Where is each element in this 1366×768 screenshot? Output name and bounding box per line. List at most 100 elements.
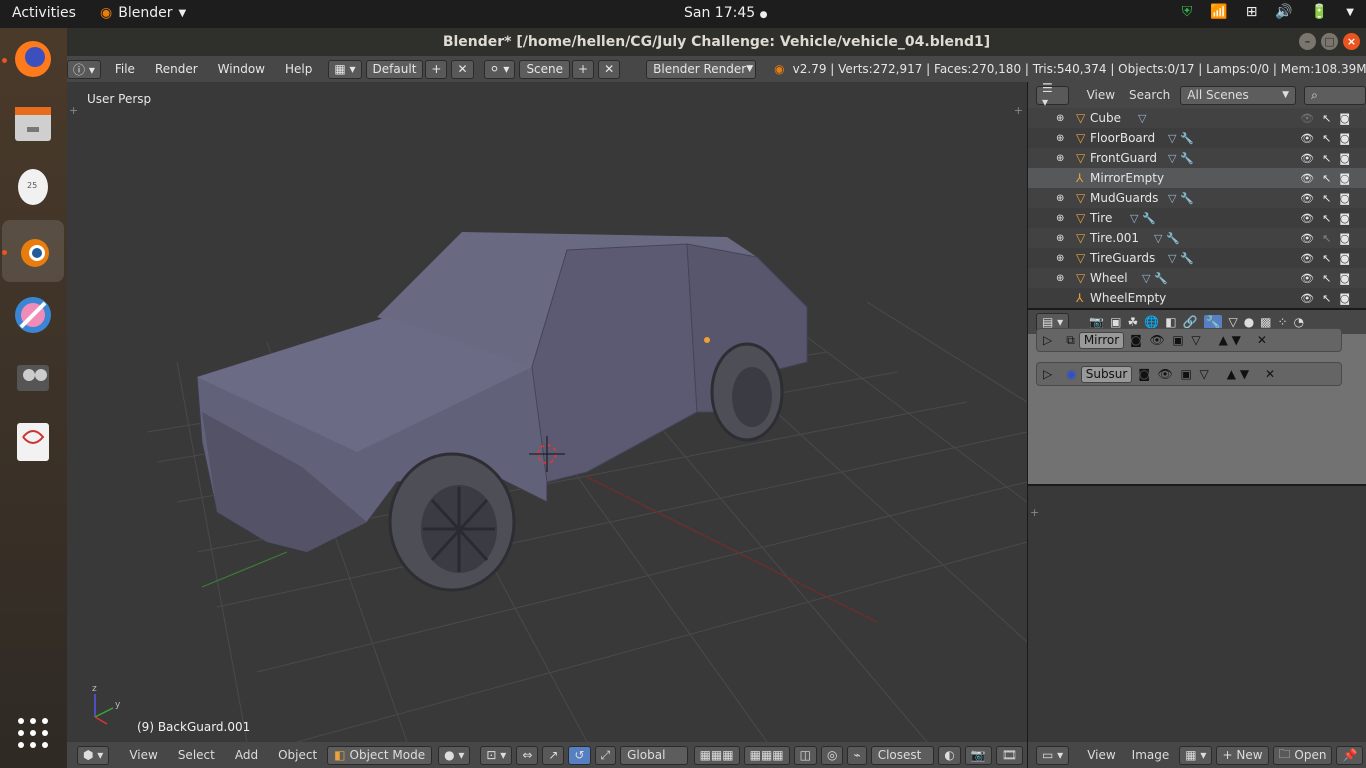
add-layout-button[interactable]: + (425, 59, 448, 79)
maximize-button[interactable]: □ (1321, 33, 1338, 50)
menu-file[interactable]: File (115, 62, 135, 76)
render-icon[interactable]: 📷 (964, 745, 992, 765)
particles-tab-icon[interactable]: ⁘ (1278, 315, 1288, 329)
layers-grid-1[interactable]: ▦▦▦ (693, 745, 740, 765)
activities-button[interactable]: Activities (12, 5, 76, 21)
close-button[interactable]: × (1343, 33, 1360, 50)
selectable-arrow-icon[interactable]: ↖ (1322, 112, 1331, 125)
menu-help[interactable]: Help (285, 62, 312, 76)
render-animation-icon[interactable]: 🎞 (995, 745, 1023, 765)
3d-viewport[interactable]: z y User Persp (9) BackGuard.001 + + (67, 82, 1027, 742)
outliner-item-floorboard[interactable]: ⊕ ▽ FloorBoard ▽ 🔧 👁 ↖ ◙ (1028, 128, 1366, 148)
visibility-eye-icon[interactable]: 👁 (1300, 272, 1314, 285)
outliner-item-cube[interactable]: ⊕ ▽ Cube ▽ 👁 ↖ ◙ (1028, 108, 1366, 128)
editor-type-button[interactable]: ⬢ ▾ (77, 745, 110, 765)
render-camera-icon[interactable]: ◙ (1339, 192, 1350, 205)
orientation-select[interactable]: Global (620, 745, 688, 765)
visibility-eye-icon[interactable]: 👁 (1300, 252, 1314, 265)
system-tray[interactable]: ⛨ 📶 ⊞ 🔊 🔋 ▼ (1182, 4, 1354, 20)
krita-icon[interactable] (8, 290, 58, 340)
selectable-arrow-icon[interactable]: ↖ (1322, 192, 1331, 205)
render-camera-icon[interactable]: ◙ (1339, 152, 1350, 165)
render-layers-tab-icon[interactable]: ▣ (1110, 315, 1121, 329)
scale-manipulator[interactable]: ⤢ (594, 745, 617, 765)
move-up-icon[interactable]: ▲ (1227, 367, 1236, 381)
modifier-name-field[interactable]: Subsur (1080, 365, 1133, 383)
render-camera-icon[interactable]: ◙ (1339, 232, 1350, 245)
visibility-eye-icon[interactable]: 👁 (1149, 333, 1164, 347)
layout-field[interactable]: Default (365, 59, 424, 79)
outliner-item-frontguard[interactable]: ⊕ ▽ FrontGuard ▽ 🔧 👁 ↖ ◙ (1028, 148, 1366, 168)
expand-icon[interactable]: ⊕ (1056, 133, 1064, 144)
data-tab-icon[interactable]: ▽ (1228, 315, 1237, 329)
network-icon[interactable]: ⊞ (1246, 4, 1258, 20)
menu-select[interactable]: Select (178, 748, 215, 762)
pivot-select[interactable]: ⊡ ▾ (480, 745, 513, 765)
menu-window[interactable]: Window (218, 62, 265, 76)
expand-icon[interactable]: ⊕ (1056, 253, 1064, 264)
battery-icon[interactable]: 🔋 (1311, 4, 1328, 20)
modifiers-tab-icon[interactable]: 🔧 (1203, 315, 1223, 329)
selectable-arrow-icon[interactable]: ↖ (1322, 252, 1331, 265)
selectable-arrow-icon[interactable]: ↖ (1322, 172, 1331, 185)
shading-select[interactable]: ● ▾ (438, 745, 471, 765)
selectable-arrow-icon[interactable]: ↖ (1322, 212, 1331, 225)
physics-tab-icon[interactable]: ◔ (1294, 315, 1304, 329)
render-camera-icon[interactable]: ◙ (1339, 212, 1350, 225)
expand-icon[interactable]: ▷ (1043, 367, 1052, 381)
mode-select[interactable]: ◧ Object Mode (327, 745, 433, 765)
image-editor[interactable]: + (1028, 486, 1366, 742)
remove-modifier-icon[interactable]: ✕ (1257, 333, 1267, 347)
visibility-eye-icon[interactable]: 👁 (1300, 212, 1314, 225)
area-divider[interactable] (1028, 308, 1366, 310)
delete-scene-button[interactable]: ✕ (598, 59, 621, 79)
outliner[interactable]: ⊕ ▽ Cube ▽ 👁 ↖ ◙ ⊕ ▽ FloorBoard ▽ 🔧 👁 ↖ ◙ ⊕ ▽ FrontGua… (1028, 108, 1366, 308)
area-divider[interactable] (1027, 82, 1028, 768)
edit-mode-icon[interactable]: ▣ (1172, 333, 1183, 347)
editor-type-button[interactable]: ☰ ▾ (1036, 81, 1069, 109)
outliner-item-tire-001[interactable]: ⊕ ▽ Tire.001 ▽ 🔧 👁 ↖ ◙ (1028, 228, 1366, 248)
volume-icon[interactable]: 🔊 (1275, 4, 1292, 20)
edit-mode-icon[interactable]: ▣ (1181, 367, 1192, 381)
clock[interactable]: San 17:45 ● (684, 5, 767, 21)
render-camera-icon[interactable]: ◙ (1339, 132, 1350, 145)
render-tab-icon[interactable]: 📷 (1089, 315, 1104, 329)
expand-icon[interactable]: ⊕ (1056, 193, 1064, 204)
outliner-item-mudguards[interactable]: ⊕ ▽ MudGuards ▽ 🔧 👁 ↖ ◙ (1028, 188, 1366, 208)
remove-modifier-icon[interactable]: ✕ (1265, 367, 1275, 381)
delete-layout-button[interactable]: ✕ (451, 59, 474, 79)
world-tab-icon[interactable]: 🌐 (1144, 315, 1159, 329)
lock-camera-icon[interactable]: ◫ (793, 745, 817, 765)
expand-icon[interactable]: ▷ (1043, 333, 1052, 347)
show-applications-icon[interactable] (8, 708, 58, 758)
outliner-item-wheelempty[interactable]: ⅄ WheelEmpty 👁 ↖ ◙ (1028, 288, 1366, 308)
menu-search[interactable]: Search (1129, 88, 1170, 102)
render-camera-icon[interactable]: ◙ (1138, 367, 1150, 381)
manipulator-toggle[interactable]: ⇔ (516, 745, 539, 765)
menu-add[interactable]: Add (235, 748, 258, 762)
document-viewer-icon[interactable] (8, 416, 58, 466)
expand-icon[interactable]: ⊕ (1056, 233, 1064, 244)
scene-tab-icon[interactable]: ☘ (1127, 315, 1138, 329)
outliner-item-wheel[interactable]: ⊕ ▽ Wheel ▽ 🔧 👁 ↖ ◙ (1028, 268, 1366, 288)
window-title-bar[interactable]: Blender* [/home/hellen/CG/July Challenge… (67, 28, 1366, 56)
tool-shelf-toggle-icon[interactable]: + (1030, 506, 1039, 519)
expand-icon[interactable]: ⊕ (1056, 113, 1064, 124)
render-camera-icon[interactable]: ◙ (1339, 112, 1350, 125)
visibility-eye-icon[interactable]: 👁 (1300, 292, 1314, 305)
layers-grid-2[interactable]: ▦▦▦ (743, 745, 790, 765)
outliner-item-mirrorempty[interactable]: ⅄ MirrorEmpty 👁 ↖ ◙ (1028, 168, 1366, 188)
menu-view[interactable]: View (1087, 88, 1115, 102)
display-mode-select[interactable]: All Scenes ▼ (1180, 85, 1297, 105)
cage-icon[interactable]: ▽ (1191, 333, 1200, 347)
render-camera-icon[interactable]: ◙ (1130, 333, 1142, 347)
visibility-eye-icon[interactable]: 👁 (1300, 112, 1314, 125)
area-divider[interactable] (1028, 484, 1366, 486)
move-up-icon[interactable]: ▲ (1219, 333, 1228, 347)
menu-view[interactable]: View (1087, 748, 1115, 762)
expand-icon[interactable]: ⊕ (1056, 273, 1064, 284)
scene-field[interactable]: Scene (519, 59, 571, 79)
layout-selector[interactable]: ▦ ▾ (328, 59, 362, 79)
snap-toggle-icon[interactable]: ⌁ (847, 745, 867, 765)
render-camera-icon[interactable]: ◙ (1339, 272, 1350, 285)
